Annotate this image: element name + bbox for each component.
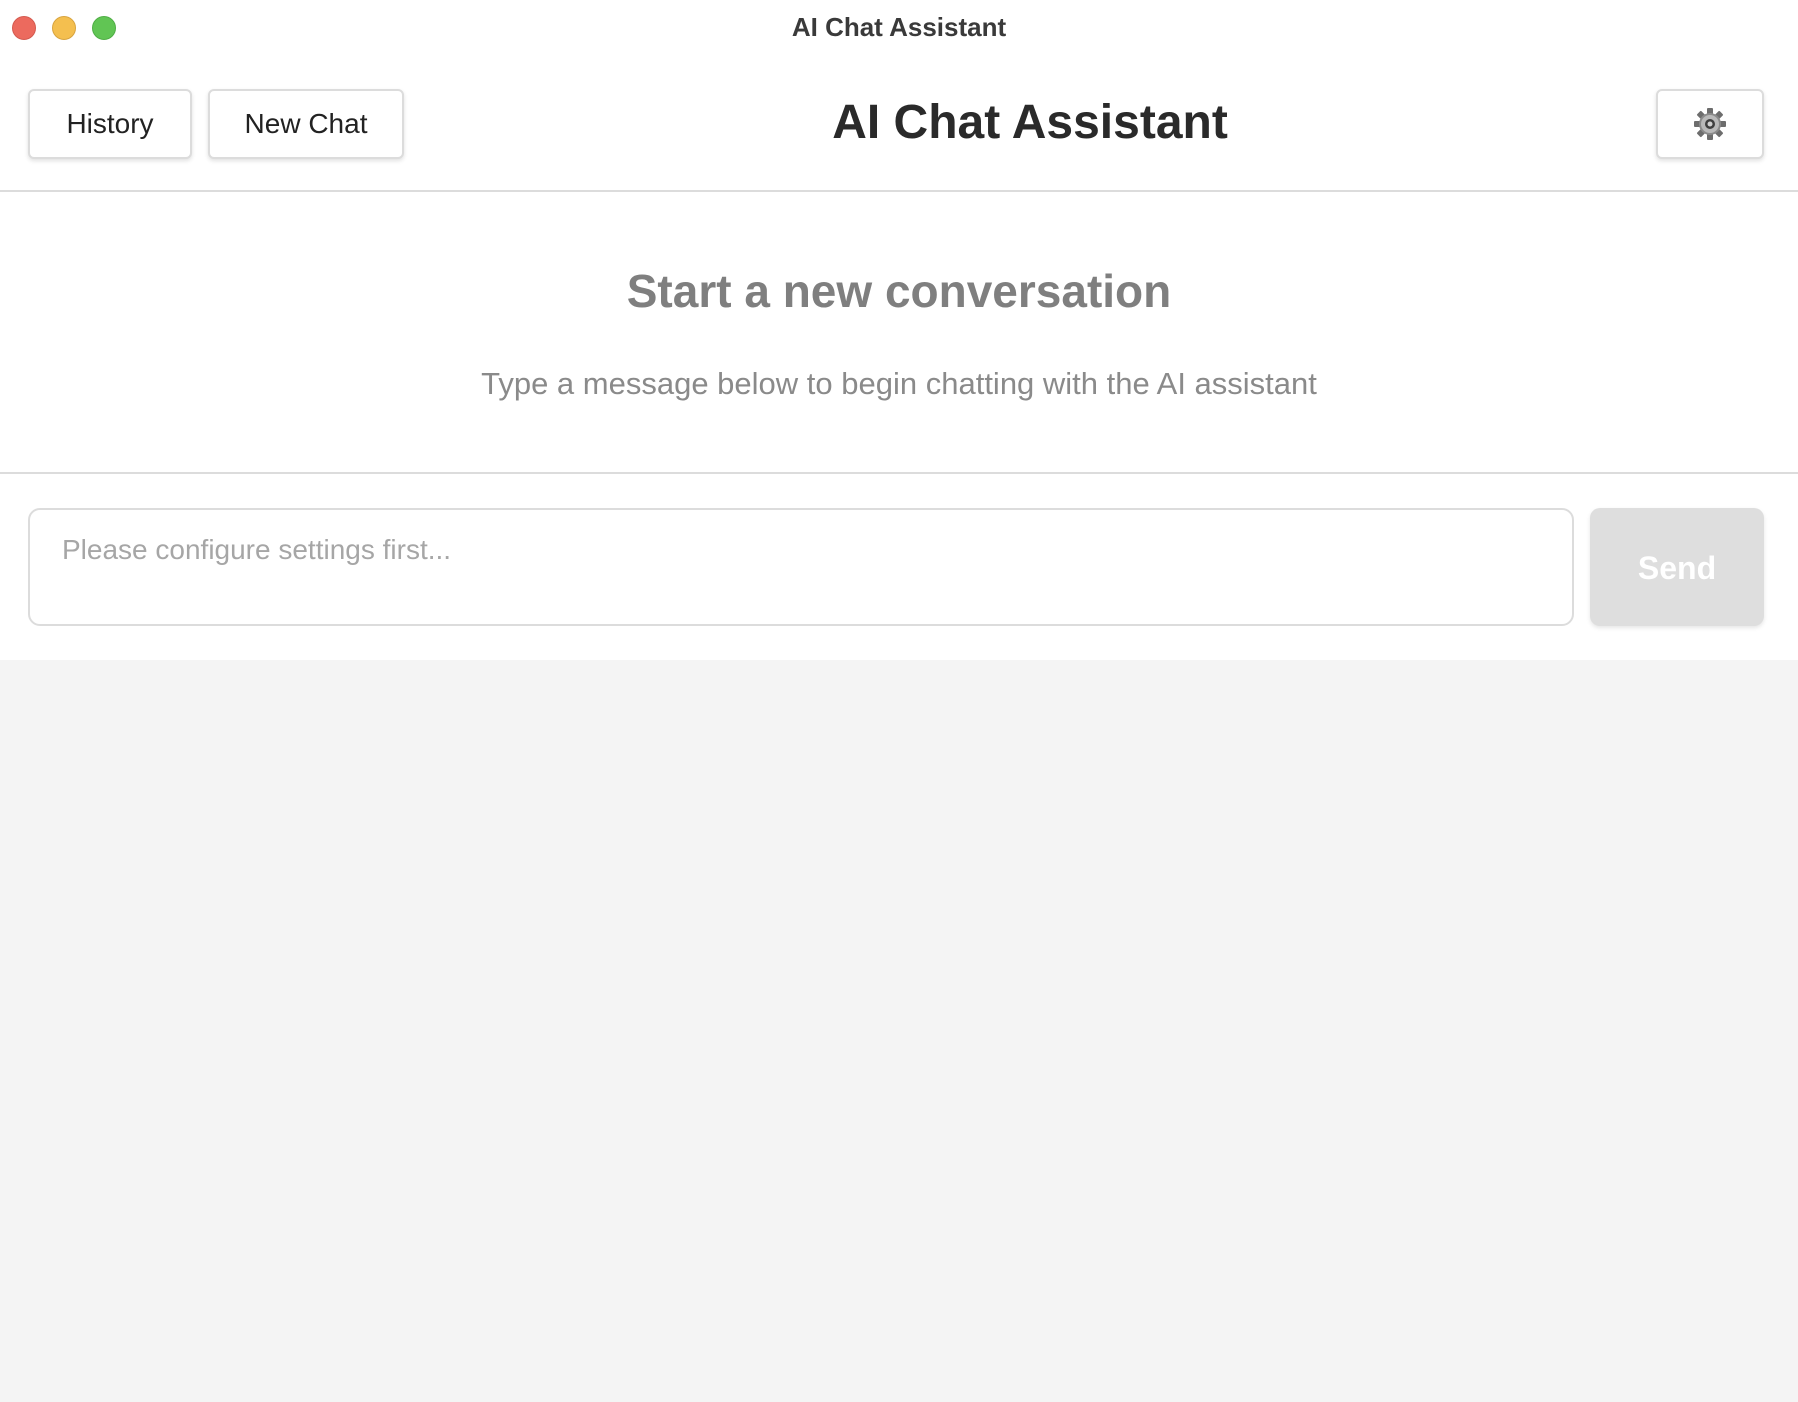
composer: Send <box>0 474 1798 660</box>
empty-state-subtext: Type a message below to begin chatting w… <box>481 366 1317 401</box>
window-title: AI Chat Assistant <box>791 12 1007 42</box>
window-background <box>0 660 1798 1402</box>
title-bar: AI Chat Assistant <box>0 0 1798 54</box>
empty-state-heading: Start a new conversation <box>626 265 1172 317</box>
message-input[interactable] <box>28 508 1574 626</box>
conversation-area: Start a new conversation Type a message … <box>0 192 1798 474</box>
app-window: AI Chat Assistant AI Chat Assistant Hist… <box>0 0 1798 1402</box>
app-header: AI Chat Assistant History New Chat <box>0 54 1798 192</box>
gear-icon <box>1694 108 1726 140</box>
send-button[interactable]: Send <box>1590 508 1764 626</box>
history-button[interactable]: History <box>28 89 192 159</box>
settings-button[interactable] <box>1656 89 1764 159</box>
new-chat-button[interactable]: New Chat <box>208 89 404 159</box>
